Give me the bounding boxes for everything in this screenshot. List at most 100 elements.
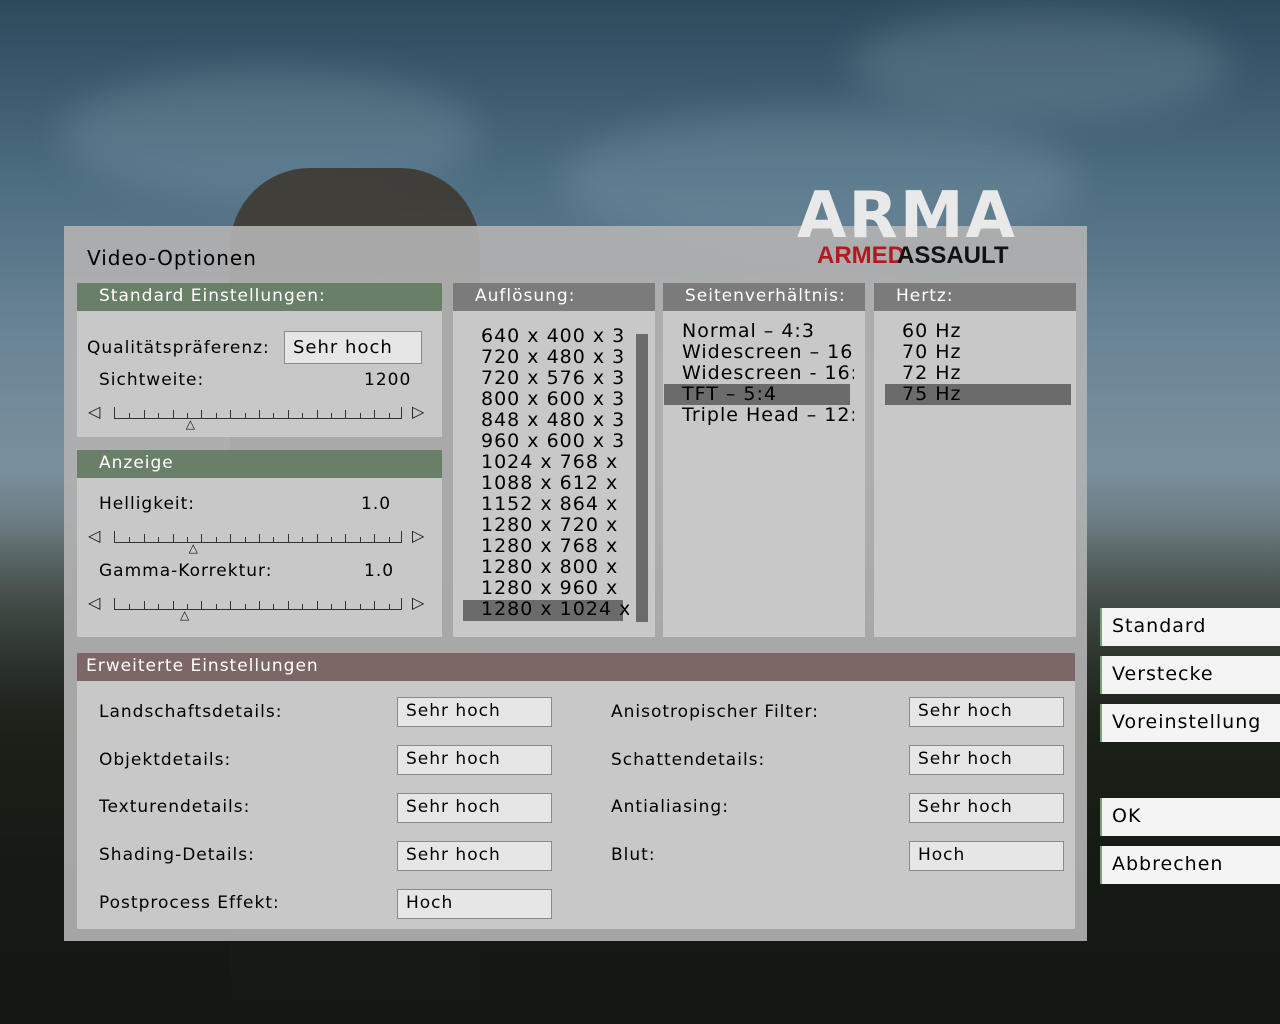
resolution-item[interactable]: 1280 x 768 x — [481, 535, 629, 557]
slider-tick — [316, 601, 318, 609]
slider-tick — [215, 537, 217, 542]
slider-thumb-icon[interactable]: △ — [189, 542, 198, 554]
hide-button[interactable]: Verstecke — [1100, 656, 1280, 694]
shadow-detail-dropdown[interactable]: Sehr hoch — [909, 745, 1064, 775]
aspect-item[interactable]: Normal – 4:3 — [682, 320, 854, 342]
brightness-slider[interactable]: ◁ ▷ △ — [88, 525, 428, 555]
resolution-item[interactable]: 1280 x 1024 x — [481, 598, 629, 620]
resolution-item[interactable]: 800 x 600 x 3 — [481, 388, 629, 410]
slider-thumb-icon[interactable]: △ — [180, 609, 189, 621]
cancel-button[interactable]: Abbrechen — [1100, 846, 1280, 884]
slider-tick — [359, 537, 361, 542]
aspect-item[interactable]: Triple Head – 12: — [682, 404, 854, 426]
resolution-item[interactable]: 640 x 400 x 3 — [481, 325, 629, 347]
resolution-item[interactable]: 720 x 480 x 3 — [481, 346, 629, 368]
slider-tick — [331, 413, 332, 418]
arma-logo: ARMA ARMED ASSAULT — [773, 180, 1043, 275]
arrow-right-icon[interactable]: ▷ — [412, 595, 424, 611]
resolution-item[interactable]: 848 x 480 x 3 — [481, 409, 629, 431]
hertz-item[interactable]: 72 Hz — [902, 362, 1062, 384]
view-distance-value: 1200 — [364, 370, 412, 390]
slider-tick — [172, 601, 174, 609]
standard-settings-header: Standard Einstellungen: — [77, 283, 442, 311]
shading-detail-dropdown[interactable]: Sehr hoch — [397, 841, 552, 871]
slider-tick — [259, 534, 260, 542]
aspect-item[interactable]: Widescreen - 16: — [682, 362, 854, 384]
slider-tick — [215, 604, 217, 609]
slider-tick — [230, 601, 232, 609]
view-distance-label: Sichtweite: — [99, 370, 205, 390]
resolution-item[interactable]: 960 x 600 x 3 — [481, 430, 629, 452]
texture-detail-dropdown[interactable]: Sehr hoch — [397, 793, 552, 823]
postprocess-dropdown[interactable]: Hoch — [397, 889, 552, 919]
antialiasing-dropdown[interactable]: Sehr hoch — [909, 793, 1064, 823]
slider-tick — [244, 537, 246, 542]
object-detail-dropdown[interactable]: Sehr hoch — [397, 745, 552, 775]
slider-tick — [302, 537, 304, 542]
slider-tick — [158, 413, 160, 418]
resolution-scrollbar[interactable] — [636, 334, 648, 622]
arrow-right-icon[interactable]: ▷ — [412, 528, 424, 544]
anisotropic-filter-label: Anisotropischer Filter: — [611, 702, 819, 722]
slider-tick — [374, 601, 376, 609]
blood-dropdown[interactable]: Hoch — [909, 841, 1064, 871]
resolution-item[interactable]: 1280 x 800 x — [481, 556, 629, 578]
advanced-header: Erweiterte Einstellungen — [77, 653, 1075, 681]
hertz-item[interactable]: 75 Hz — [902, 383, 1062, 405]
slider-tick — [345, 410, 347, 418]
slider-tick — [287, 534, 289, 542]
arrow-left-icon[interactable]: ◁ — [88, 404, 100, 420]
slider-tick — [273, 413, 275, 418]
aspect-item[interactable]: Widescreen – 16 — [682, 341, 854, 363]
slider-tick — [302, 604, 304, 609]
anisotropic-filter-dropdown[interactable]: Sehr hoch — [909, 697, 1064, 727]
landscape-detail-dropdown[interactable]: Sehr hoch — [397, 697, 552, 727]
slider-tick — [129, 604, 131, 609]
hertz-item[interactable]: 60 Hz — [902, 320, 1062, 342]
slider-track[interactable] — [114, 407, 402, 419]
arrow-left-icon[interactable]: ◁ — [88, 528, 100, 544]
aspect-header: Seitenverhältnis: — [663, 283, 865, 311]
postprocess-label: Postprocess Effekt: — [99, 893, 280, 913]
slider-track[interactable] — [114, 598, 402, 610]
resolution-item[interactable]: 1280 x 960 x — [481, 577, 629, 599]
resolution-item[interactable]: 1280 x 720 x — [481, 514, 629, 536]
slider-thumb-icon[interactable]: △ — [186, 418, 195, 430]
view-distance-slider[interactable]: ◁ ▷ △ — [88, 401, 428, 431]
blood-label: Blut: — [611, 845, 656, 865]
resolution-item[interactable]: 1024 x 768 x — [481, 451, 629, 473]
slider-tick — [129, 537, 131, 542]
preset-button[interactable]: Voreinstellung — [1100, 704, 1280, 742]
slider-tick — [388, 537, 390, 542]
gamma-value: 1.0 — [364, 561, 395, 581]
aspect-item[interactable]: TFT – 5:4 — [682, 383, 854, 405]
slider-tick — [259, 601, 260, 609]
resolution-item[interactable]: 720 x 576 x 3 — [481, 367, 629, 389]
slider-track[interactable] — [114, 531, 402, 543]
slider-tick — [316, 410, 318, 418]
slider-tick — [259, 410, 260, 418]
arrow-right-icon[interactable]: ▷ — [412, 404, 424, 420]
page-title: Video-Optionen — [87, 246, 257, 270]
hertz-header: Hertz: — [874, 283, 1076, 311]
hertz-item[interactable]: 70 Hz — [902, 341, 1062, 363]
gamma-label: Gamma-Korrektur: — [99, 561, 273, 581]
ok-button[interactable]: OK — [1100, 798, 1280, 836]
slider-tick — [359, 413, 361, 418]
slider-tick — [215, 413, 217, 418]
slider-tick — [287, 410, 289, 418]
resolution-item[interactable]: 1088 x 612 x — [481, 472, 629, 494]
texture-detail-label: Texturendetails: — [99, 797, 251, 817]
resolution-item[interactable]: 1152 x 864 x — [481, 493, 629, 515]
landscape-detail-label: Landschaftsdetails: — [99, 702, 283, 722]
slider-tick — [230, 410, 232, 418]
quality-dropdown[interactable]: Sehr hoch — [284, 331, 422, 364]
arrow-left-icon[interactable]: ◁ — [88, 595, 100, 611]
slider-tick — [273, 537, 275, 542]
slider-tick — [129, 413, 131, 418]
slider-tick — [287, 601, 289, 609]
slider-tick — [374, 410, 376, 418]
standard-button[interactable]: Standard — [1100, 608, 1280, 646]
slider-tick — [302, 413, 304, 418]
gamma-slider[interactable]: ◁ ▷ △ — [88, 592, 428, 622]
